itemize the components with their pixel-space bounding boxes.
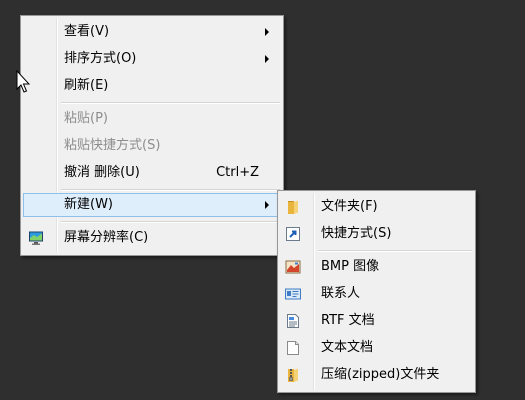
- submenu-item-text-document[interactable]: 文本文档: [280, 336, 473, 360]
- menu-item-screen-resolution-label: 屏幕分辨率(C): [64, 230, 149, 245]
- submenu-arrow-icon: [265, 28, 269, 36]
- shortcut-icon: [285, 226, 301, 242]
- menu-separator: [61, 221, 280, 223]
- menu-item-undo-delete[interactable]: 撤消 删除(U) Ctrl+Z: [23, 161, 281, 185]
- menu-item-paste-shortcut-label: 粘贴快捷方式(S): [64, 138, 161, 153]
- menu-item-undo-shortcut: Ctrl+Z: [216, 165, 259, 180]
- submenu-item-bmp-image-label: BMP 图像: [321, 259, 380, 274]
- submenu-item-contact[interactable]: 联系人: [280, 282, 473, 306]
- submenu-item-folder-label: 文件夹(F): [321, 199, 378, 214]
- menu-item-sort-by[interactable]: 排序方式(O): [23, 47, 281, 71]
- menu-item-paste: 粘贴(P): [23, 107, 281, 131]
- menu-item-paste-shortcut: 粘贴快捷方式(S): [23, 134, 281, 158]
- folder-icon: [285, 199, 301, 215]
- new-submenu: 文件夹(F) 快捷方式(S) BMP 图像 联系人 RTF 文档 文本文档 压缩…: [277, 190, 476, 393]
- menu-item-undo-delete-label: 撤消 删除(U): [64, 165, 140, 180]
- menu-item-view[interactable]: 查看(V): [23, 20, 281, 44]
- submenu-item-contact-label: 联系人: [321, 286, 361, 301]
- bitmap-image-icon: [285, 259, 301, 275]
- display-icon: [28, 230, 44, 246]
- zip-folder-icon: [285, 367, 301, 383]
- submenu-item-zip-folder[interactable]: 压缩(zipped)文件夹: [280, 363, 473, 387]
- submenu-item-rtf-document[interactable]: RTF 文档: [280, 309, 473, 333]
- submenu-arrow-icon: [265, 55, 269, 63]
- menu-item-view-label: 查看(V): [64, 24, 110, 39]
- menu-item-screen-resolution[interactable]: 屏幕分辨率(C): [23, 226, 281, 250]
- menu-separator: [318, 250, 472, 252]
- mouse-pointer-icon: [16, 69, 31, 98]
- rtf-document-icon: [285, 313, 301, 329]
- menu-item-refresh[interactable]: 刷新(E): [23, 74, 281, 98]
- menu-item-paste-label: 粘贴(P): [64, 111, 108, 126]
- desktop-background[interactable]: 查看(V) 排序方式(O) 刷新(E) 粘贴(P) 粘贴快捷方式(S) 撤消 删…: [0, 0, 525, 400]
- submenu-item-shortcut-label: 快捷方式(S): [321, 226, 392, 241]
- submenu-item-bmp-image[interactable]: BMP 图像: [280, 255, 473, 279]
- menu-item-new-label: 新建(W): [64, 197, 113, 212]
- contact-card-icon: [285, 286, 301, 302]
- submenu-item-text-document-label: 文本文档: [321, 340, 374, 355]
- submenu-item-folder[interactable]: 文件夹(F): [280, 195, 473, 219]
- submenu-item-shortcut[interactable]: 快捷方式(S): [280, 222, 473, 246]
- menu-item-sort-by-label: 排序方式(O): [64, 51, 137, 66]
- desktop-context-menu: 查看(V) 排序方式(O) 刷新(E) 粘贴(P) 粘贴快捷方式(S) 撤消 删…: [20, 15, 284, 256]
- submenu-item-zip-folder-label: 压缩(zipped)文件夹: [321, 367, 440, 382]
- menu-separator: [61, 189, 280, 191]
- submenu-item-rtf-document-label: RTF 文档: [321, 313, 375, 328]
- text-document-icon: [285, 340, 301, 356]
- menu-separator: [61, 102, 280, 104]
- menu-item-refresh-label: 刷新(E): [64, 78, 109, 93]
- submenu-arrow-icon: [265, 201, 269, 209]
- menu-item-new[interactable]: 新建(W): [23, 193, 281, 217]
